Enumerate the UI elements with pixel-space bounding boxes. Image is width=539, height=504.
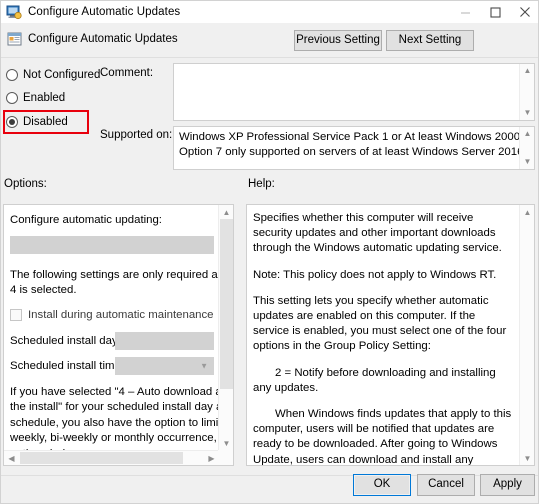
window-titlebar: Configure Automatic Updates <box>1 1 538 23</box>
scheduled-install-time-chevron-down-icon: ▼ <box>200 361 208 371</box>
help-paragraph: Specifies whether this computer will rec… <box>253 212 502 255</box>
options-body-line-4: weekly, bi-weekly or monthly occurrence,… <box>10 432 220 444</box>
comment-scroll-down-icon[interactable]: ▼ <box>520 106 534 120</box>
radio-not-configured-mark <box>6 69 18 81</box>
supported-scroll-up-icon[interactable]: ▲ <box>520 127 534 141</box>
radio-not-configured[interactable]: Not Configured <box>6 67 100 83</box>
ok-button[interactable]: OK <box>353 474 411 496</box>
header-divider <box>1 57 538 58</box>
options-panel[interactable]: Configure automatic updating: The follow… <box>3 204 234 466</box>
options-panel-content: Configure automatic updating: The follow… <box>4 205 220 451</box>
options-horizontal-scroll-thumb[interactable] <box>20 452 183 464</box>
help-panel[interactable]: Specifies whether this computer will rec… <box>246 204 535 466</box>
supported-on-textbox[interactable]: Windows XP Professional Service Pack 1 o… <box>173 126 535 170</box>
options-vertical-scroll-thumb[interactable] <box>220 219 233 389</box>
maximize-button[interactable] <box>480 1 510 23</box>
options-vertical-scrollbar[interactable]: ▲ ▼ <box>218 205 233 450</box>
options-body-line-2: the install" for your scheduled install … <box>10 401 220 413</box>
supported-on-line-2: Option 7 only supported on servers of at… <box>179 146 535 158</box>
group-policy-setting-icon <box>7 31 23 47</box>
help-scroll-up-icon[interactable]: ▲ <box>520 205 534 219</box>
apply-button[interactable]: Apply <box>480 474 535 496</box>
comment-label: Comment: <box>100 67 154 79</box>
radio-enabled-label: Enabled <box>23 92 66 104</box>
options-scroll-corner <box>218 450 233 465</box>
radio-enabled[interactable]: Enabled <box>6 90 65 106</box>
help-panel-content: Specifies whether this computer will rec… <box>247 205 520 465</box>
install-during-maintenance-checkbox-mark <box>10 309 22 321</box>
supported-on-line-1: Windows XP Professional Service Pack 1 o… <box>179 131 534 143</box>
radio-disabled-mark <box>6 116 18 128</box>
comment-scrollbar[interactable]: ▲ ▼ <box>519 64 534 120</box>
help-paragraph: When Windows finds updates that apply to… <box>253 408 512 465</box>
comment-scroll-up-icon[interactable]: ▲ <box>520 64 534 78</box>
options-scroll-down-icon[interactable]: ▼ <box>219 436 233 450</box>
options-note-line-1: The following settings are only required… <box>10 268 220 281</box>
radio-enabled-mark <box>6 92 18 104</box>
previous-setting-button[interactable]: Previous Setting <box>294 30 382 51</box>
options-body-line-1: If you have selected "4 – Auto download … <box>10 385 220 398</box>
window-monitor-policy-icon <box>6 4 22 20</box>
help-paragraph: Note: This policy does not apply to Wind… <box>253 268 497 281</box>
supported-scroll-down-icon[interactable]: ▼ <box>520 155 534 169</box>
configure-automatic-updating-label: Configure automatic updating: <box>10 214 162 226</box>
install-during-maintenance-label: Install during automatic maintenance <box>28 309 214 321</box>
options-horizontal-scrollbar[interactable]: ◀ ▶ <box>4 450 233 465</box>
help-paragraph: This setting lets you specify whether au… <box>253 294 507 353</box>
cancel-button[interactable]: Cancel <box>417 474 475 496</box>
help-vertical-scrollbar[interactable]: ▲ ▼ <box>519 205 534 465</box>
header-title: Configure Automatic Updates <box>28 33 178 45</box>
configure-automatic-updating-combobox[interactable] <box>10 235 214 254</box>
install-during-maintenance-checkbox[interactable]: Install during automatic maintenance <box>10 308 214 323</box>
comment-textbox[interactable]: ▲ ▼ <box>173 63 535 121</box>
scheduled-install-time-field[interactable]: ▼ <box>115 357 214 375</box>
radio-not-configured-label: Not Configured <box>23 69 101 81</box>
scheduled-install-time-row[interactable]: Scheduled install time: ▼ <box>10 357 214 376</box>
options-body-line-3: schedule, you also have the option to li… <box>10 416 220 429</box>
next-setting-button[interactable]: Next Setting <box>386 30 474 51</box>
scheduled-install-time-label: Scheduled install time: <box>10 360 124 372</box>
close-button[interactable] <box>510 1 538 23</box>
minimize-button[interactable] <box>450 1 480 23</box>
options-scroll-right-icon[interactable]: ▶ <box>204 451 219 465</box>
configure-automatic-updates-dialog: Configure Automatic Updates Configure Au… <box>0 0 539 504</box>
dialog-header: Configure Automatic Updates Previous Set… <box>1 23 538 57</box>
options-scroll-left-icon[interactable]: ◀ <box>4 451 19 465</box>
help-section-label: Help: <box>248 178 275 190</box>
supported-on-scrollbar[interactable]: ▲ ▼ <box>519 127 534 169</box>
options-note-line-2: 4 is selected. <box>10 284 77 296</box>
window-controls <box>450 1 538 23</box>
help-scroll-down-icon[interactable]: ▼ <box>520 451 534 465</box>
scheduled-install-day-label: Scheduled install day: <box>10 335 121 347</box>
options-section-label: Options: <box>4 178 47 190</box>
scheduled-install-day-row[interactable]: Scheduled install day: <box>10 332 214 351</box>
options-scroll-up-icon[interactable]: ▲ <box>219 205 233 219</box>
radio-disabled[interactable]: Disabled <box>6 114 68 130</box>
radio-disabled-label: Disabled <box>23 116 68 128</box>
help-paragraph: 2 = Notify before downloading and instal… <box>253 366 496 394</box>
supported-on-label: Supported on: <box>100 129 173 141</box>
scheduled-install-day-field[interactable] <box>115 332 214 350</box>
window-title: Configure Automatic Updates <box>28 6 181 18</box>
